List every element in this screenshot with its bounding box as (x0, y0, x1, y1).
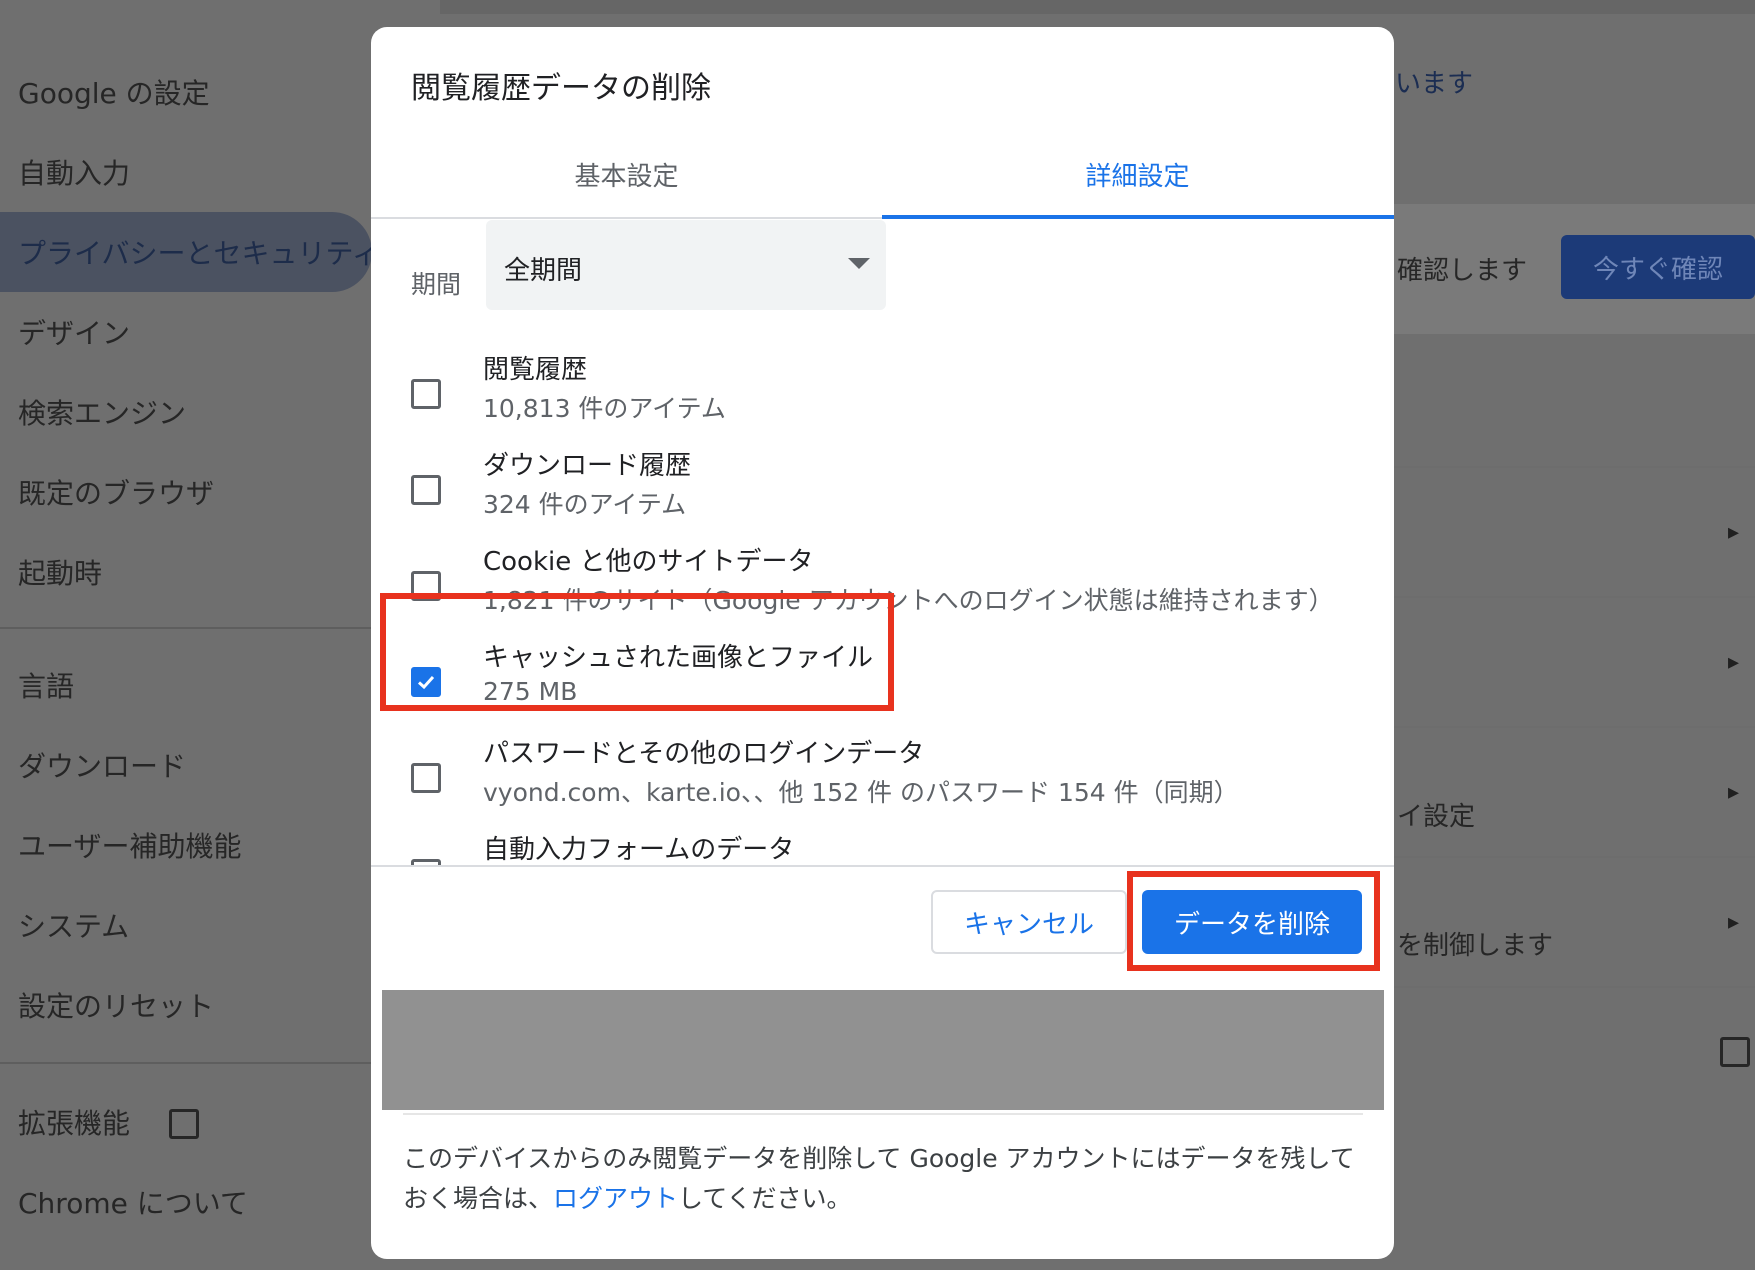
checkbox[interactable] (411, 859, 441, 865)
list-item-cookies[interactable]: Cookie と他のサイトデータ 1,821 件のサイト（Google アカウン… (371, 541, 1394, 637)
safety-check-text: 確認します (1397, 256, 1528, 286)
item-subtitle: 324 件のアイテム (483, 490, 687, 519)
background-row-divider (1375, 466, 1755, 468)
dialog-title: 閲覧履歴データの削除 (411, 71, 711, 106)
item-title: Cookie と他のサイトデータ (483, 547, 814, 577)
check-icon (417, 675, 435, 690)
background-settings-text: イ設定 (1397, 802, 1476, 832)
item-subtitle: 10,813 件のアイテム (483, 394, 726, 423)
dialog-tabs: 基本設定 詳細設定 (371, 129, 1394, 219)
chevron-right-icon: ▸ (1728, 650, 1740, 675)
sidebar-item-privacy-security[interactable]: プライバシーとセキュリティ (18, 232, 380, 272)
background-control-text: を制御します (1397, 931, 1554, 961)
footer-divider (403, 1113, 1363, 1115)
list-item-download-history[interactable]: ダウンロード履歴 324 件のアイテム (371, 445, 1394, 541)
period-label: 期間 (411, 270, 462, 299)
chevron-right-icon: ▸ (1728, 780, 1740, 805)
data-type-list[interactable]: 閲覧履歴 10,813 件のアイテム ダウンロード履歴 324 件のアイテム C… (371, 327, 1394, 867)
cancel-button[interactable]: キャンセル (931, 890, 1127, 954)
item-subtitle: vyond.com、karte.io、、他 152 件 のパスワード 154 件… (483, 778, 1239, 807)
sidebar-item-on-startup[interactable]: 起動時 (18, 552, 102, 592)
sidebar-item-about-chrome[interactable]: Chrome について (18, 1182, 248, 1222)
background-row-divider (1375, 596, 1755, 598)
list-item-passwords[interactable]: パスワードとその他のログインデータ vyond.com、karte.io、、他 … (371, 733, 1394, 829)
background-row-divider (1375, 856, 1755, 858)
chevron-right-icon: ▸ (1728, 520, 1740, 545)
background-topbar (440, 0, 1755, 14)
background-top-link[interactable]: います (1395, 63, 1473, 100)
period-value: 全期間 (504, 256, 583, 286)
sidebar-item-default-browser[interactable]: 既定のブラウザ (18, 472, 214, 512)
item-title: ダウンロード履歴 (483, 451, 692, 481)
sidebar-item-design[interactable]: デザイン (18, 312, 130, 352)
sidebar-item-extensions[interactable]: 拡張機能 (18, 1102, 199, 1142)
sidebar-item-google-settings[interactable]: Google の設定 (18, 72, 210, 112)
external-link-icon (168, 1109, 199, 1139)
item-subtitle: 1,821 件のサイト（Google アカウントへのログイン状態は維持されます） (483, 586, 1334, 615)
chevron-right-icon: ▸ (1728, 910, 1740, 935)
redacted-area (382, 990, 1384, 1110)
sidebar-divider (0, 1062, 380, 1064)
checkbox[interactable] (411, 379, 441, 409)
item-title: キャッシュされた画像とファイル (483, 643, 874, 673)
clear-browsing-data-dialog: 閲覧履歴データの削除 基本設定 詳細設定 期間 全期間 閲覧履歴 10,813 … (371, 27, 1394, 1259)
tab-advanced[interactable]: 詳細設定 (882, 129, 1393, 219)
logout-link[interactable]: ログアウト (553, 1184, 678, 1213)
item-subtitle: 275 MB (483, 677, 578, 706)
sidebar-divider (0, 627, 380, 629)
footer-note: このデバイスからのみ閲覧データを削除して Google アカウントにはデータを残… (403, 1139, 1363, 1219)
sidebar-item-system[interactable]: システム (18, 905, 129, 945)
item-title: 閲覧履歴 (483, 355, 588, 385)
background-row-divider (1375, 726, 1755, 728)
sidebar-item-extensions-label: 拡張機能 (18, 1107, 131, 1140)
sidebar-item-languages[interactable]: 言語 (18, 665, 74, 705)
sidebar-item-reset-settings[interactable]: 設定のリセット (18, 985, 214, 1025)
external-link-icon[interactable] (1720, 1037, 1750, 1067)
dropdown-arrow-icon (848, 258, 870, 269)
sidebar-item-autofill[interactable]: 自動入力 (18, 152, 130, 192)
check-now-button[interactable]: 今すぐ確認 (1561, 235, 1755, 299)
item-title: パスワードとその他のログインデータ (483, 739, 925, 769)
settings-sidebar: Google の設定 自動入力 プライバシーとセキュリティ デザイン 検索エンジ… (0, 0, 380, 1270)
checkbox[interactable] (411, 571, 441, 601)
sidebar-item-accessibility[interactable]: ユーザー補助機能 (18, 825, 241, 865)
period-select[interactable]: 全期間 (486, 220, 886, 310)
list-item-cached-images[interactable]: キャッシュされた画像とファイル 275 MB (371, 637, 1394, 733)
background-row-divider (1375, 986, 1755, 988)
sidebar-item-downloads[interactable]: ダウンロード (18, 745, 186, 785)
item-title: 自動入力フォームのデータ (483, 835, 795, 865)
tab-basic[interactable]: 基本設定 (371, 129, 882, 219)
footer-text-after: してください。 (678, 1184, 852, 1213)
footer-text-before: このデバイスからのみ閲覧データを削除して Google アカウントにはデータを残… (403, 1144, 1355, 1213)
active-tab-underline (882, 215, 1394, 219)
checkbox[interactable] (411, 763, 441, 793)
list-item-browsing-history[interactable]: 閲覧履歴 10,813 件のアイテム (371, 349, 1394, 445)
list-item-autofill-data[interactable]: 自動入力フォームのデータ (371, 829, 1394, 865)
sidebar-item-search-engine[interactable]: 検索エンジン (18, 392, 186, 432)
checkbox[interactable] (411, 475, 441, 505)
clear-data-button[interactable]: データを削除 (1142, 890, 1362, 954)
checkbox-checked[interactable] (411, 667, 441, 697)
